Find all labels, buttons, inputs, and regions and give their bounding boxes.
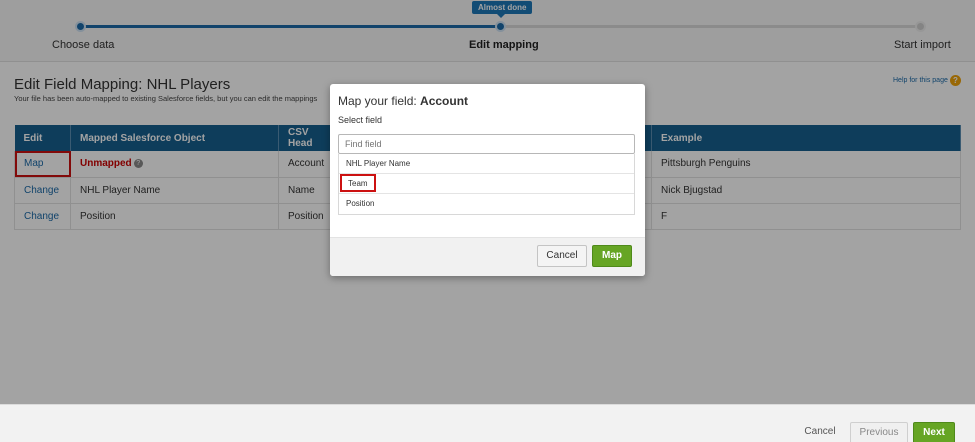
dialog-subtitle: Select field xyxy=(338,115,383,125)
map-field-dialog: Map your field: Account Select field NHL… xyxy=(330,84,645,276)
field-option-team[interactable]: Team xyxy=(339,174,634,194)
footer-cancel-button[interactable]: Cancel xyxy=(800,422,840,442)
field-option-nhl-player-name[interactable]: NHL Player Name xyxy=(339,154,634,174)
find-field-input[interactable] xyxy=(338,134,635,154)
field-options-list: NHL Player Name Team Position xyxy=(338,154,635,215)
previous-button[interactable]: Previous xyxy=(850,422,908,442)
next-button[interactable]: Next xyxy=(913,422,955,442)
dialog-cancel-button[interactable]: Cancel xyxy=(537,245,587,267)
dialog-title: Map your field: Account xyxy=(338,94,468,108)
dialog-map-button[interactable]: Map xyxy=(592,245,632,267)
field-option-position[interactable]: Position xyxy=(339,194,634,214)
field-option-team-label: Team xyxy=(340,174,376,192)
dialog-title-prefix: Map your field: xyxy=(338,94,417,108)
dialog-title-field: Account xyxy=(420,94,469,108)
